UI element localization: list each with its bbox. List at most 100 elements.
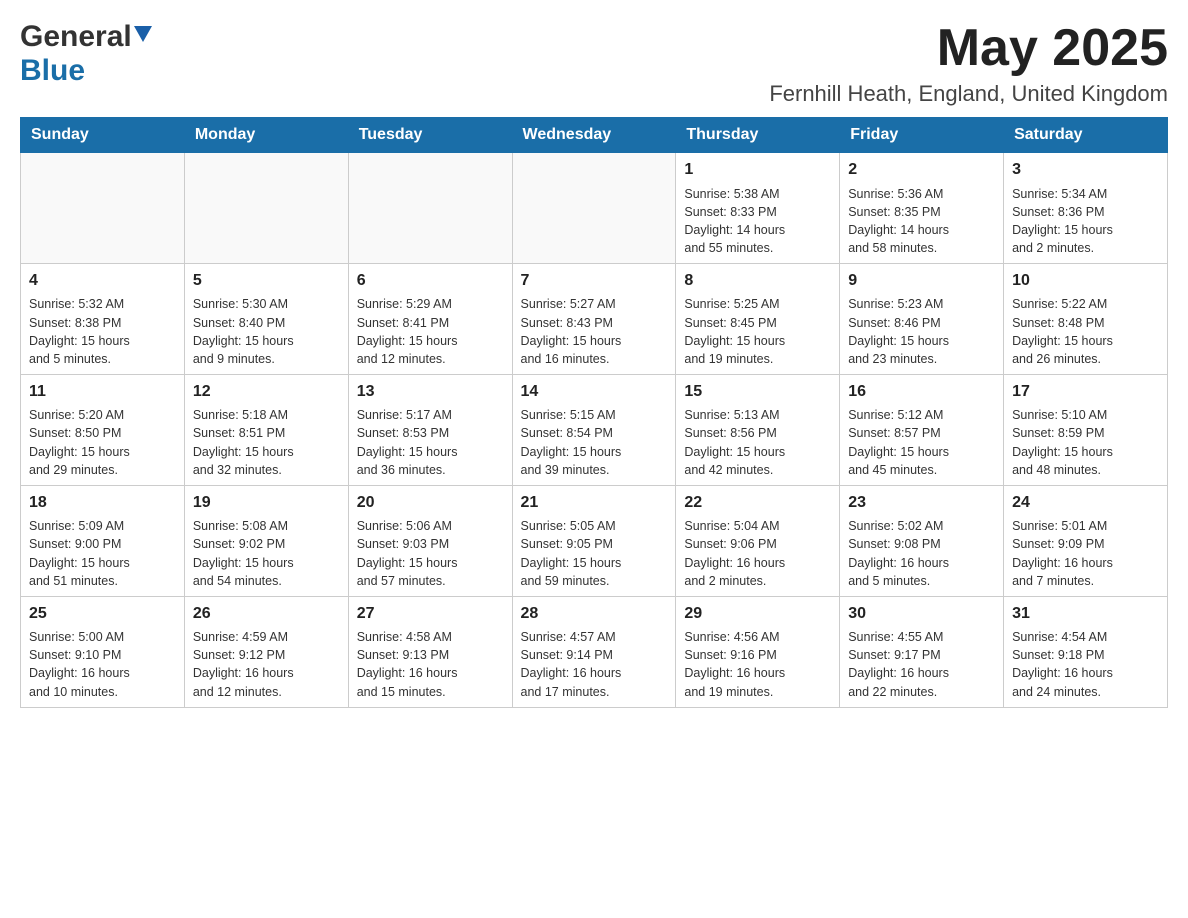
calendar-cell: 24Sunrise: 5:01 AMSunset: 9:09 PMDayligh…	[1004, 485, 1168, 596]
day-info: Sunrise: 4:58 AMSunset: 9:13 PMDaylight:…	[357, 628, 504, 701]
calendar-cell: 18Sunrise: 5:09 AMSunset: 9:00 PMDayligh…	[21, 485, 185, 596]
day-info: Sunrise: 5:04 AMSunset: 9:06 PMDaylight:…	[684, 517, 831, 590]
day-info: Sunrise: 5:27 AMSunset: 8:43 PMDaylight:…	[521, 295, 668, 368]
day-number: 19	[193, 492, 340, 514]
day-info: Sunrise: 5:05 AMSunset: 9:05 PMDaylight:…	[521, 517, 668, 590]
day-number: 12	[193, 381, 340, 403]
calendar-cell: 3Sunrise: 5:34 AMSunset: 8:36 PMDaylight…	[1004, 153, 1168, 264]
page-header: General Blue May 2025 Fernhill Heath, En…	[20, 20, 1168, 107]
calendar-cell: 1 Sunrise: 5:38 AMSunset: 8:33 PMDaylight…	[676, 153, 840, 264]
day-number: 26	[193, 603, 340, 625]
day-info: Sunrise: 5:30 AMSunset: 8:40 PMDaylight:…	[193, 295, 340, 368]
day-info: Sunrise: 5:22 AMSunset: 8:48 PMDaylight:…	[1012, 295, 1159, 368]
calendar-cell: 12Sunrise: 5:18 AMSunset: 8:51 PMDayligh…	[184, 374, 348, 485]
calendar-header-row: SundayMondayTuesdayWednesdayThursdayFrid…	[21, 118, 1168, 153]
calendar-cell: 21 Sunrise: 5:05 AMSunset: 9:05 PMDayligh…	[512, 485, 676, 596]
day-number: 6	[357, 270, 504, 292]
day-number: 27	[357, 603, 504, 625]
calendar-cell: 6 Sunrise: 5:29 AMSunset: 8:41 PMDaylight…	[348, 264, 512, 375]
day-number: 10	[1012, 270, 1159, 292]
calendar-header-wednesday: Wednesday	[512, 118, 676, 153]
day-number: 13	[357, 381, 504, 403]
day-number: 22	[684, 492, 831, 514]
day-number: 29	[684, 603, 831, 625]
calendar-week-4: 18Sunrise: 5:09 AMSunset: 9:00 PMDayligh…	[21, 485, 1168, 596]
logo-triangle-icon	[134, 26, 152, 42]
day-number: 30	[848, 603, 995, 625]
day-info: Sunrise: 5:15 AMSunset: 8:54 PMDaylight:…	[521, 406, 668, 479]
calendar-cell: 11 Sunrise: 5:20 AMSunset: 8:50 PMDayligh…	[21, 374, 185, 485]
calendar-cell	[512, 153, 676, 264]
day-number: 21	[521, 492, 668, 514]
calendar-cell: 30 Sunrise: 4:55 AMSunset: 9:17 PMDayligh…	[840, 596, 1004, 707]
day-info: Sunrise: 5:38 AMSunset: 8:33 PMDaylight:…	[684, 185, 831, 258]
calendar-cell: 16 Sunrise: 5:12 AMSunset: 8:57 PMDayligh…	[840, 374, 1004, 485]
calendar-cell: 2 Sunrise: 5:36 AMSunset: 8:35 PMDaylight…	[840, 153, 1004, 264]
calendar-cell: 9Sunrise: 5:23 AMSunset: 8:46 PMDaylight…	[840, 264, 1004, 375]
day-info: Sunrise: 5:20 AMSunset: 8:50 PMDaylight:…	[29, 406, 176, 479]
calendar-cell: 25 Sunrise: 5:00 AMSunset: 9:10 PMDayligh…	[21, 596, 185, 707]
day-info: Sunrise: 5:12 AMSunset: 8:57 PMDaylight:…	[848, 406, 995, 479]
calendar-cell: 28 Sunrise: 4:57 AMSunset: 9:14 PMDayligh…	[512, 596, 676, 707]
day-info: Sunrise: 4:56 AMSunset: 9:16 PMDaylight:…	[684, 628, 831, 701]
calendar-cell	[348, 153, 512, 264]
day-number: 5	[193, 270, 340, 292]
logo-blue-text: Blue	[20, 54, 85, 88]
calendar-cell: 8Sunrise: 5:25 AMSunset: 8:45 PMDaylight…	[676, 264, 840, 375]
calendar-cell: 4Sunrise: 5:32 AMSunset: 8:38 PMDaylight…	[21, 264, 185, 375]
logo: General Blue	[20, 20, 152, 88]
calendar-cell	[184, 153, 348, 264]
day-info: Sunrise: 5:36 AMSunset: 8:35 PMDaylight:…	[848, 185, 995, 258]
day-info: Sunrise: 5:08 AMSunset: 9:02 PMDaylight:…	[193, 517, 340, 590]
day-info: Sunrise: 5:02 AMSunset: 9:08 PMDaylight:…	[848, 517, 995, 590]
calendar-cell: 27 Sunrise: 4:58 AMSunset: 9:13 PMDayligh…	[348, 596, 512, 707]
calendar-week-5: 25 Sunrise: 5:00 AMSunset: 9:10 PMDayligh…	[21, 596, 1168, 707]
calendar-cell	[21, 153, 185, 264]
day-info: Sunrise: 5:09 AMSunset: 9:00 PMDaylight:…	[29, 517, 176, 590]
day-number: 24	[1012, 492, 1159, 514]
calendar-header-sunday: Sunday	[21, 118, 185, 153]
calendar-cell: 7Sunrise: 5:27 AMSunset: 8:43 PMDaylight…	[512, 264, 676, 375]
day-number: 16	[848, 381, 995, 403]
calendar-week-1: 1 Sunrise: 5:38 AMSunset: 8:33 PMDaylight…	[21, 153, 1168, 264]
day-number: 28	[521, 603, 668, 625]
day-number: 14	[521, 381, 668, 403]
day-number: 20	[357, 492, 504, 514]
calendar-cell: 19 Sunrise: 5:08 AMSunset: 9:02 PMDayligh…	[184, 485, 348, 596]
day-info: Sunrise: 5:29 AMSunset: 8:41 PMDaylight:…	[357, 295, 504, 368]
logo-general-text: General	[20, 20, 132, 54]
day-info: Sunrise: 4:57 AMSunset: 9:14 PMDaylight:…	[521, 628, 668, 701]
day-number: 15	[684, 381, 831, 403]
calendar-header-friday: Friday	[840, 118, 1004, 153]
day-info: Sunrise: 4:59 AMSunset: 9:12 PMDaylight:…	[193, 628, 340, 701]
day-number: 25	[29, 603, 176, 625]
day-info: Sunrise: 5:00 AMSunset: 9:10 PMDaylight:…	[29, 628, 176, 701]
calendar-table: SundayMondayTuesdayWednesdayThursdayFrid…	[20, 117, 1168, 707]
day-info: Sunrise: 5:25 AMSunset: 8:45 PMDaylight:…	[684, 295, 831, 368]
calendar-cell: 26 Sunrise: 4:59 AMSunset: 9:12 PMDayligh…	[184, 596, 348, 707]
day-info: Sunrise: 5:13 AMSunset: 8:56 PMDaylight:…	[684, 406, 831, 479]
calendar-week-2: 4Sunrise: 5:32 AMSunset: 8:38 PMDaylight…	[21, 264, 1168, 375]
day-info: Sunrise: 4:55 AMSunset: 9:17 PMDaylight:…	[848, 628, 995, 701]
calendar-week-3: 11 Sunrise: 5:20 AMSunset: 8:50 PMDayligh…	[21, 374, 1168, 485]
calendar-cell: 23 Sunrise: 5:02 AMSunset: 9:08 PMDayligh…	[840, 485, 1004, 596]
day-info: Sunrise: 5:10 AMSunset: 8:59 PMDaylight:…	[1012, 406, 1159, 479]
day-number: 11	[29, 381, 176, 403]
calendar-cell: 15 Sunrise: 5:13 AMSunset: 8:56 PMDayligh…	[676, 374, 840, 485]
day-info: Sunrise: 5:06 AMSunset: 9:03 PMDaylight:…	[357, 517, 504, 590]
day-number: 9	[848, 270, 995, 292]
calendar-header-tuesday: Tuesday	[348, 118, 512, 153]
day-number: 2	[848, 159, 995, 181]
calendar-cell: 29 Sunrise: 4:56 AMSunset: 9:16 PMDayligh…	[676, 596, 840, 707]
month-title: May 2025	[769, 20, 1168, 77]
day-number: 31	[1012, 603, 1159, 625]
calendar-cell: 31 Sunrise: 4:54 AMSunset: 9:18 PMDayligh…	[1004, 596, 1168, 707]
calendar-cell: 5 Sunrise: 5:30 AMSunset: 8:40 PMDaylight…	[184, 264, 348, 375]
day-number: 1	[684, 159, 831, 181]
calendar-cell: 22 Sunrise: 5:04 AMSunset: 9:06 PMDayligh…	[676, 485, 840, 596]
day-number: 3	[1012, 159, 1159, 181]
day-number: 23	[848, 492, 995, 514]
day-number: 17	[1012, 381, 1159, 403]
calendar-header-saturday: Saturday	[1004, 118, 1168, 153]
day-info: Sunrise: 4:54 AMSunset: 9:18 PMDaylight:…	[1012, 628, 1159, 701]
